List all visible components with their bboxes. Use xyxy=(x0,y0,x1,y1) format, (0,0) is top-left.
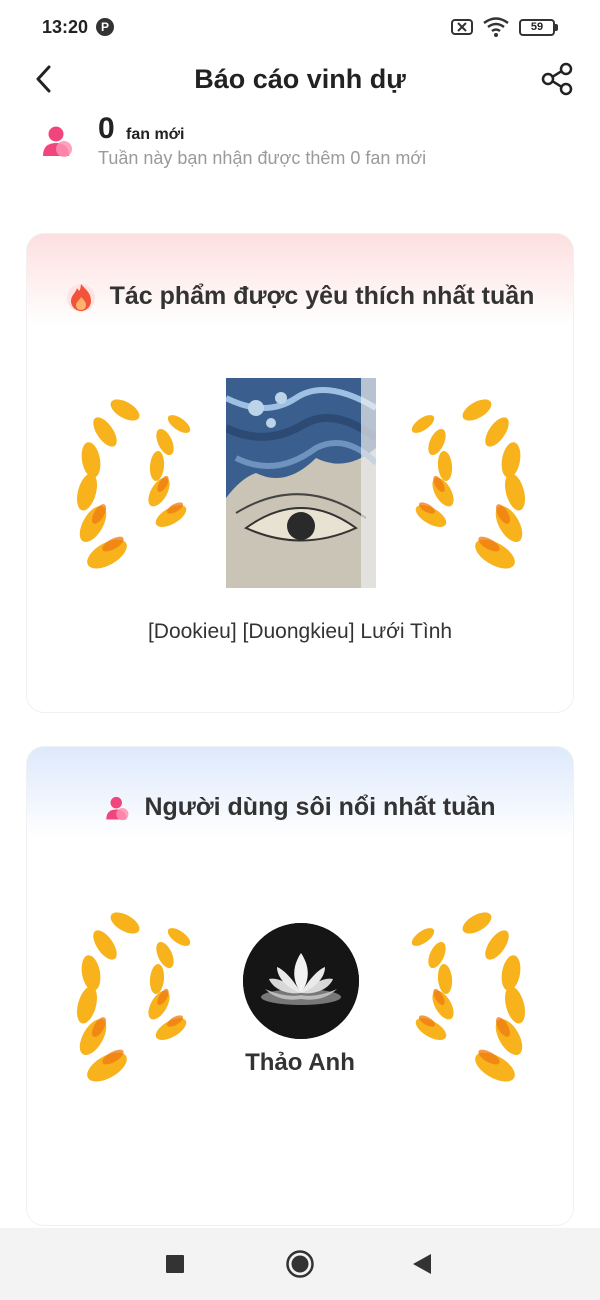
lotus-avatar-image xyxy=(243,923,359,1039)
status-right: 59 xyxy=(451,17,558,37)
recents-button[interactable] xyxy=(157,1246,193,1282)
system-nav-bar xyxy=(0,1228,600,1300)
back-button[interactable] xyxy=(28,62,58,96)
new-fans-summary: 0 fan mới Tuần này bạn nhận được thêm 0 … xyxy=(40,112,560,176)
active-user-card: Người dùng sôi nổi nhất tuần Thảo Anh xyxy=(26,746,574,1226)
battery-icon: 59 xyxy=(519,18,558,36)
battery-level: 59 xyxy=(519,18,555,36)
recents-square-icon xyxy=(166,1255,184,1273)
active-user-heading: Người dùng sôi nổi nhất tuần xyxy=(27,793,573,822)
favorite-work-card: Tác phẩm được yêu thích nhất tuần [Dooki… xyxy=(26,233,574,713)
active-user-title: Người dùng sôi nổi nhất tuần xyxy=(144,793,496,821)
fire-icon xyxy=(66,284,95,312)
work-cover-art xyxy=(226,378,376,588)
favorite-work-title: Tác phẩm được yêu thích nhất tuần xyxy=(109,281,535,310)
share-button[interactable] xyxy=(538,60,576,98)
status-time: 13:20 xyxy=(42,16,89,37)
share-icon xyxy=(541,62,573,96)
chevron-left-icon xyxy=(36,65,51,93)
status-left: 13:20 P xyxy=(42,16,115,38)
laurel-right-icon xyxy=(411,399,525,569)
work-cover-image[interactable] xyxy=(226,378,376,588)
home-circle-icon xyxy=(286,1250,314,1278)
user-icon xyxy=(43,126,72,157)
back-nav-button[interactable] xyxy=(404,1246,440,1282)
back-triangle-icon xyxy=(413,1254,431,1274)
user-name[interactable]: Thảo Anh xyxy=(27,1049,573,1077)
laurel-left-icon xyxy=(77,399,191,569)
fan-label: fan mới xyxy=(126,126,185,143)
pinterest-icon: P xyxy=(96,18,115,36)
header: Báo cáo vinh dự xyxy=(0,54,600,104)
status-bar: 13:20 P 59 xyxy=(0,0,600,54)
sim-off-icon xyxy=(451,19,473,35)
work-title-link[interactable]: [Dookieu] [Duongkieu] Lưới Tình xyxy=(27,620,573,644)
home-button[interactable] xyxy=(282,1246,318,1282)
fan-count: 0 xyxy=(98,112,115,145)
user-icon xyxy=(106,796,129,820)
favorite-work-heading: Tác phẩm được yêu thích nhất tuần xyxy=(27,280,573,312)
avatar[interactable] xyxy=(243,923,359,1039)
fan-description: Tuần này bạn nhận được thêm 0 fan mới xyxy=(98,148,427,168)
wifi-icon xyxy=(483,17,509,37)
page-title: Báo cáo vinh dự xyxy=(194,63,406,94)
